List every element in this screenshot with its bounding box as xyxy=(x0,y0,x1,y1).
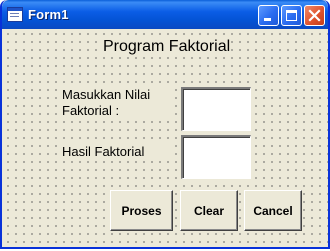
factorial-input[interactable] xyxy=(181,87,251,131)
clear-button[interactable]: Clear xyxy=(180,190,238,231)
minimize-icon xyxy=(264,18,271,21)
maximize-icon xyxy=(286,10,297,21)
form1-window: Form1 Program Faktorial Masukkan Nilai F… xyxy=(0,0,330,249)
minimize-button[interactable] xyxy=(258,5,279,26)
title-bar[interactable]: Form1 xyxy=(2,0,328,29)
close-icon xyxy=(308,9,321,22)
form-app-icon[interactable] xyxy=(7,7,23,22)
window-title: Form1 xyxy=(28,7,69,22)
form-client-area: Program Faktorial Masukkan Nilai Faktori… xyxy=(2,29,328,247)
program-heading: Program Faktorial xyxy=(102,38,232,56)
proses-button[interactable]: Proses xyxy=(110,190,173,231)
result-output[interactable] xyxy=(181,135,251,179)
input-label: Masukkan Nilai Faktorial : xyxy=(62,87,172,119)
cancel-button[interactable]: Cancel xyxy=(244,190,302,231)
result-label: Hasil Faktorial xyxy=(62,144,172,160)
maximize-button[interactable] xyxy=(281,5,302,26)
close-button[interactable] xyxy=(304,5,325,26)
